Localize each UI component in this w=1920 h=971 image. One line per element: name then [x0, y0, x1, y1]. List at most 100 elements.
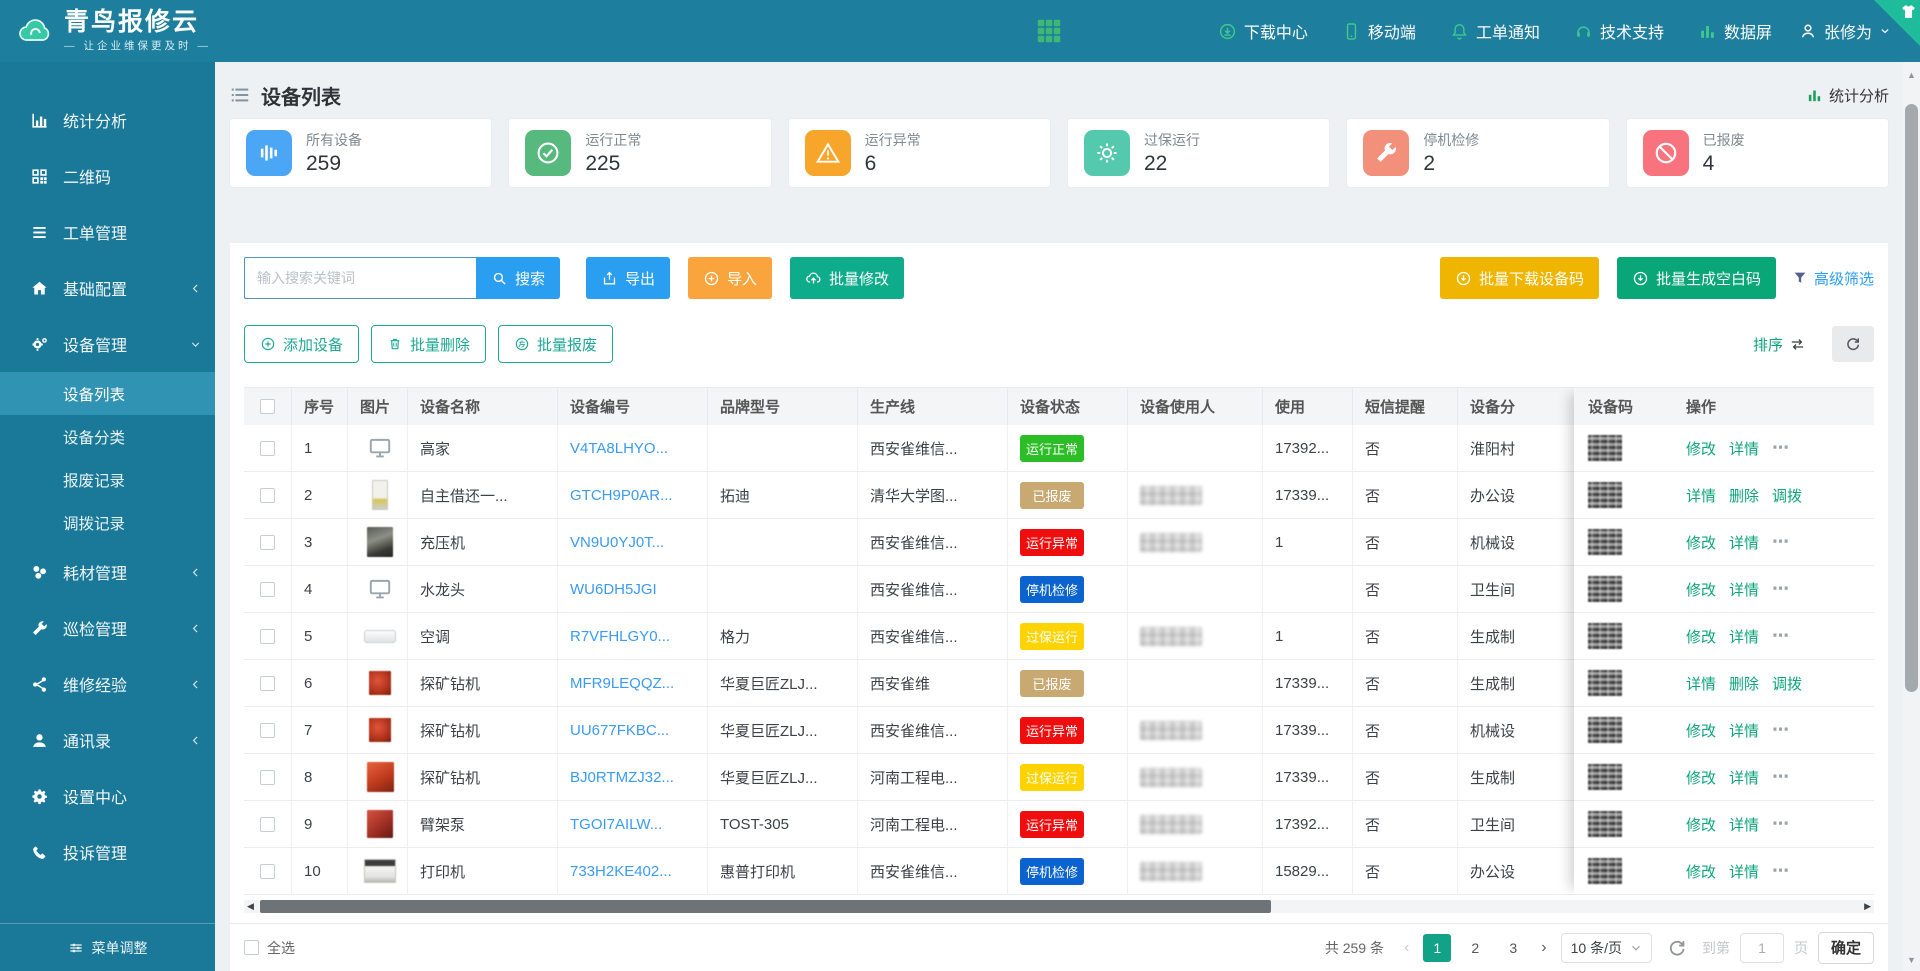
device-image[interactable] [360, 573, 400, 605]
stat-card-all[interactable]: 所有设备259 [229, 118, 492, 188]
select-all-checkbox[interactable] [244, 940, 259, 955]
more-actions-button[interactable]: ⋯ [1772, 767, 1790, 787]
device-qr-code[interactable] [1588, 482, 1622, 508]
device-qr-code[interactable] [1588, 858, 1622, 884]
device-image[interactable] [360, 667, 400, 699]
action-link[interactable]: 删除 [1729, 485, 1759, 506]
action-link[interactable]: 修改 [1686, 626, 1716, 647]
refresh-list-icon[interactable] [1666, 937, 1688, 959]
row-checkbox[interactable] [260, 488, 275, 503]
sidebar-subitem-transfer-records[interactable]: 调拨记录 [0, 501, 215, 544]
device-qr-code[interactable] [1588, 717, 1622, 743]
horizontal-scroll-thumb[interactable] [260, 900, 1271, 913]
device-code-link[interactable]: 733H2KE402... [570, 863, 672, 880]
scroll-left-arrow-icon[interactable]: ◀ [247, 900, 254, 913]
horizontal-scrollbar[interactable]: ◀ ▶ [244, 900, 1874, 913]
sidebar-item-base-config[interactable]: 基础配置 [0, 260, 215, 316]
sidebar-item-consumables[interactable]: 耗材管理 [0, 544, 215, 600]
action-link[interactable]: 修改 [1686, 579, 1716, 600]
scroll-down-arrow-icon[interactable]: ▼ [1903, 955, 1920, 965]
nav-download-center[interactable]: 下载中心 [1218, 19, 1308, 43]
sidebar-item-qrcode[interactable]: 二维码 [0, 148, 215, 204]
device-image[interactable] [360, 432, 400, 464]
advanced-filter-link[interactable]: 高级筛选 [1792, 268, 1874, 289]
action-link[interactable]: 详情 [1686, 673, 1716, 694]
action-link[interactable]: 删除 [1729, 673, 1759, 694]
more-actions-button[interactable]: ⋯ [1772, 720, 1790, 740]
device-code-link[interactable]: BJ0RTMZJ32... [570, 769, 674, 786]
device-image[interactable] [360, 808, 400, 840]
row-checkbox[interactable] [260, 582, 275, 597]
stats-analysis-link[interactable]: 统计分析 [1806, 85, 1889, 106]
row-checkbox[interactable] [260, 864, 275, 879]
theme-corner-badge[interactable] [1874, 0, 1920, 46]
device-code-link[interactable]: UU677FKBC... [570, 722, 669, 739]
page-button[interactable]: 3 [1499, 934, 1527, 962]
device-code-link[interactable]: WU6DH5JGI [570, 581, 657, 598]
nav-workorder-notify[interactable]: 工单通知 [1450, 19, 1540, 43]
device-image[interactable] [360, 479, 400, 511]
more-actions-button[interactable]: ⋯ [1772, 861, 1790, 881]
sidebar-item-settings[interactable]: 设置中心 [0, 768, 215, 824]
action-link[interactable]: 详情 [1729, 532, 1759, 553]
vertical-scrollbar[interactable]: ▲ ▼ [1903, 62, 1920, 971]
batch-download-codes-button[interactable]: 批量下载设备码 [1440, 257, 1599, 299]
device-code-link[interactable]: GTCH9P0AR... [570, 487, 673, 504]
action-link[interactable]: 详情 [1729, 579, 1759, 600]
import-button[interactable]: 导入 [688, 257, 772, 299]
sidebar-subitem-device-list[interactable]: 设备列表 [0, 372, 215, 415]
device-qr-code[interactable] [1588, 623, 1622, 649]
stat-card-scrapped[interactable]: 已报废4 [1626, 118, 1889, 188]
device-code-link[interactable]: TGOI7AILW... [570, 816, 662, 833]
batch-delete-button[interactable]: 批量删除 [371, 325, 486, 363]
page-size-select[interactable]: 10 条/页 [1561, 933, 1652, 963]
confirm-button[interactable]: 确定 [1818, 932, 1874, 964]
action-link[interactable]: 修改 [1686, 720, 1716, 741]
menu-adjust-button[interactable]: 菜单调整 [0, 923, 215, 971]
nav-data-screen[interactable]: 数据屏 [1698, 19, 1772, 43]
sidebar-subitem-scrap-records[interactable]: 报废记录 [0, 458, 215, 501]
sidebar-item-device[interactable]: 设备管理 [0, 316, 215, 372]
row-checkbox[interactable] [260, 770, 275, 785]
goto-page-input[interactable] [1740, 933, 1784, 963]
batch-edit-button[interactable]: 批量修改 [790, 257, 904, 299]
sidebar-item-inspection[interactable]: 巡检管理 [0, 600, 215, 656]
more-actions-button[interactable]: ⋯ [1772, 814, 1790, 834]
action-link[interactable]: 详情 [1729, 814, 1759, 835]
device-code-link[interactable]: V4TA8LHYO... [570, 440, 668, 457]
select-all-control[interactable]: 全选 [244, 938, 295, 958]
search-button[interactable]: 搜索 [476, 257, 560, 299]
nav-tech-support[interactable]: 技术支持 [1574, 19, 1664, 43]
vertical-scroll-thumb[interactable] [1905, 104, 1918, 692]
device-qr-code[interactable] [1588, 670, 1622, 696]
sort-toggle[interactable]: 排序 [1753, 334, 1806, 355]
action-link[interactable]: 详情 [1686, 485, 1716, 506]
sidebar-item-complaints[interactable]: 投诉管理 [0, 824, 215, 880]
device-qr-code[interactable] [1588, 764, 1622, 790]
refresh-button[interactable] [1832, 326, 1874, 362]
nav-mobile[interactable]: 移动端 [1342, 19, 1416, 43]
next-page-button[interactable]: › [1537, 939, 1550, 957]
action-link[interactable]: 详情 [1729, 767, 1759, 788]
action-link[interactable]: 详情 [1729, 861, 1759, 882]
page-button[interactable]: 2 [1461, 934, 1489, 962]
search-input[interactable] [244, 257, 476, 299]
stat-card-normal[interactable]: 运行正常225 [508, 118, 771, 188]
row-checkbox[interactable] [260, 676, 275, 691]
device-image[interactable] [360, 620, 400, 652]
action-link[interactable]: 详情 [1729, 438, 1759, 459]
row-checkbox[interactable] [260, 723, 275, 738]
sidebar-item-stats[interactable]: 统计分析 [0, 92, 215, 148]
device-code-link[interactable]: MFR9LEQQZ... [570, 675, 674, 692]
device-image[interactable] [360, 855, 400, 887]
page-button[interactable]: 1 [1423, 934, 1451, 962]
device-image[interactable] [360, 714, 400, 746]
action-link[interactable]: 详情 [1729, 720, 1759, 741]
more-actions-button[interactable]: ⋯ [1772, 438, 1790, 458]
action-link[interactable]: 修改 [1686, 532, 1716, 553]
more-actions-button[interactable]: ⋯ [1772, 532, 1790, 552]
device-qr-code[interactable] [1588, 529, 1622, 555]
action-link[interactable]: 详情 [1729, 626, 1759, 647]
add-device-button[interactable]: 添加设备 [244, 325, 359, 363]
header-checkbox[interactable] [260, 399, 275, 414]
